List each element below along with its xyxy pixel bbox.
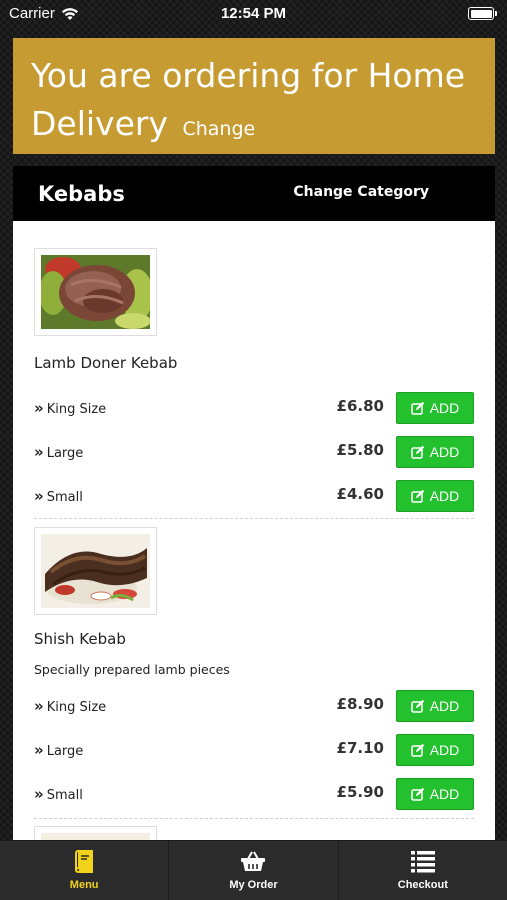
edit-icon <box>410 401 424 415</box>
variant-label: King Size <box>46 402 107 417</box>
add-button[interactable]: ADD <box>396 436 474 468</box>
chevron-right-icon: » <box>34 697 44 715</box>
variant-price: £8.90 <box>336 695 384 713</box>
variant-price: £6.80 <box>336 397 384 415</box>
chevron-right-icon: » <box>34 399 44 417</box>
tab-label: My Order <box>229 879 278 891</box>
tab-checkout[interactable]: Checkout <box>339 841 507 900</box>
tab-label: Checkout <box>397 879 448 891</box>
tab-menu[interactable]: Menu <box>0 841 170 900</box>
change-category-link[interactable]: Change Category <box>293 184 429 200</box>
chevron-right-icon: » <box>34 741 44 759</box>
item-image <box>34 248 157 336</box>
variant-price: £4.60 <box>336 485 384 503</box>
variant-label: King Size <box>46 700 107 715</box>
add-button-label: ADD <box>429 742 460 758</box>
add-button[interactable]: ADD <box>396 778 474 810</box>
item-image <box>34 826 157 840</box>
variant-price: £5.80 <box>336 441 384 459</box>
variant-label: Small <box>46 788 83 803</box>
chevron-right-icon: » <box>34 443 44 461</box>
variant-row: » Small £5.90 ADD <box>34 778 474 810</box>
status-bar: Carrier 12:54 PM <box>0 0 507 30</box>
edit-icon <box>410 445 424 459</box>
variant-row: » Large £5.80 ADD <box>34 436 474 468</box>
add-button-label: ADD <box>429 400 460 416</box>
chevron-right-icon: » <box>34 487 44 505</box>
edit-icon <box>410 489 424 503</box>
delivery-banner: You are ordering for Home Delivery Chang… <box>13 38 495 154</box>
menu-book-icon <box>75 850 94 873</box>
edit-icon <box>410 699 424 713</box>
add-button-label: ADD <box>429 488 460 504</box>
menu-list[interactable]: Lamb Doner Kebab » King Size £6.80 ADD » L… <box>13 221 495 840</box>
add-button[interactable]: ADD <box>396 690 474 722</box>
battery-icon <box>468 7 497 20</box>
basket-icon <box>241 851 266 871</box>
add-button[interactable]: ADD <box>396 392 474 424</box>
tab-my-order[interactable]: My Order <box>169 841 339 900</box>
variant-label: Large <box>46 744 84 759</box>
item-description: Specially prepared lamb pieces <box>34 662 230 677</box>
item-image <box>34 527 157 615</box>
category-title: Kebabs <box>38 182 125 206</box>
add-button[interactable]: ADD <box>396 480 474 512</box>
variant-price: £5.90 <box>336 783 384 801</box>
edit-icon <box>410 743 424 757</box>
variant-row: » King Size £6.80 ADD <box>34 392 474 424</box>
tab-label: Menu <box>69 879 99 891</box>
add-button-label: ADD <box>429 786 460 802</box>
variant-price: £7.10 <box>336 739 384 757</box>
variant-label: Small <box>46 490 83 505</box>
list-icon <box>410 851 435 873</box>
status-time: 12:54 PM <box>220 5 287 22</box>
variant-row: » Large £7.10 ADD <box>34 734 474 766</box>
edit-icon <box>410 787 424 801</box>
add-button-label: ADD <box>429 444 460 460</box>
add-button[interactable]: ADD <box>396 734 474 766</box>
variant-row: » King Size £8.90 ADD <box>34 690 474 722</box>
variant-label: Large <box>46 446 84 461</box>
change-delivery-link[interactable]: Change <box>182 118 255 140</box>
menu-item: Lamb Doner Kebab » King Size £6.80 ADD » L… <box>34 221 474 519</box>
tab-bar: Menu My Order Checkout <box>0 840 507 900</box>
category-header: Kebabs Change Category <box>13 166 495 221</box>
chevron-right-icon: » <box>34 785 44 803</box>
item-name: Shish Kebab <box>34 630 126 648</box>
menu-item: Shish Kebab Specially prepared lamb piec… <box>34 519 474 819</box>
variant-row: » Small £4.60 ADD <box>34 480 474 512</box>
item-name: Lamb Doner Kebab <box>34 354 178 372</box>
add-button-label: ADD <box>429 698 460 714</box>
